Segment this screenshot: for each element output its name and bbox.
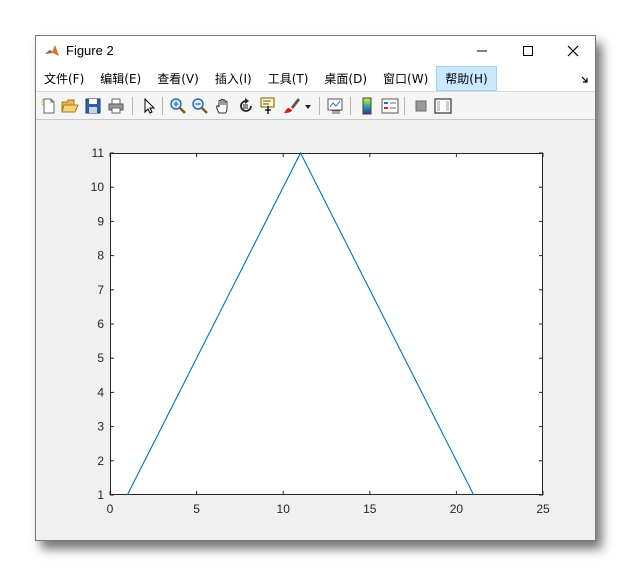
save-icon[interactable] xyxy=(84,97,102,115)
menu-insert[interactable]: 插入(I) xyxy=(207,66,260,91)
matlab-logo-icon xyxy=(44,43,60,59)
toolbar-separator xyxy=(350,97,351,115)
x-tick-label: 20 xyxy=(450,502,464,516)
menu-file[interactable]: 文件(F) xyxy=(36,66,92,91)
toolbar-separator xyxy=(132,97,133,115)
brush-icon[interactable] xyxy=(283,97,301,115)
y-tick-label: 1 xyxy=(97,488,104,502)
data-cursor-icon[interactable] xyxy=(260,97,278,115)
y-tick-label: 9 xyxy=(97,214,104,228)
y-tick-label: 11 xyxy=(92,146,105,160)
window-title: Figure 2 xyxy=(66,43,114,58)
pan-icon[interactable] xyxy=(214,97,232,115)
edit-plot-icon[interactable] xyxy=(140,97,158,115)
y-tick-label: 6 xyxy=(97,317,104,331)
close-icon xyxy=(567,45,579,57)
hide-plot-tools-icon[interactable] xyxy=(412,97,430,115)
data-series-line xyxy=(126,151,475,496)
link-plot-icon[interactable] xyxy=(327,97,345,115)
figure-window: Figure 2 文件(F) 编辑(E) 查看(V) 插入(I) 工具(T) 桌… xyxy=(35,35,596,541)
new-figure-icon[interactable] xyxy=(40,97,58,115)
brush-dropdown-icon[interactable] xyxy=(303,97,313,115)
menu-window[interactable]: 窗口(W) xyxy=(375,66,436,91)
x-tick-label: 25 xyxy=(536,502,550,516)
figure-toolbar xyxy=(36,92,595,120)
menu-desktop[interactable]: 桌面(D) xyxy=(316,66,375,91)
y-tick-label: 2 xyxy=(97,454,104,468)
toolbar-separator xyxy=(319,97,320,115)
toolbar-separator xyxy=(404,97,405,115)
show-plot-tools-icon[interactable] xyxy=(434,97,452,115)
zoom-in-icon[interactable] xyxy=(169,97,187,115)
x-tick-label: 5 xyxy=(193,502,200,516)
minimize-icon xyxy=(477,50,487,52)
rotate-3d-icon[interactable] xyxy=(237,97,255,115)
y-tick-label: 8 xyxy=(97,249,104,263)
toolbar-separator xyxy=(162,97,163,115)
menu-help[interactable]: 帮助(H) xyxy=(436,66,497,91)
print-icon[interactable] xyxy=(107,97,125,115)
minimize-button[interactable] xyxy=(459,36,505,66)
title-bar[interactable]: Figure 2 xyxy=(36,36,595,66)
x-tick-label: 0 xyxy=(107,502,114,516)
plot-area: 0 5 10 15 20 25 1 2 3 4 5 6 7 8 9 10 11 xyxy=(36,120,595,540)
y-tick-label: 5 xyxy=(97,351,104,365)
legend-icon[interactable] xyxy=(381,97,399,115)
y-tick-label: 3 xyxy=(97,420,104,434)
y-tick-label: 7 xyxy=(97,283,104,297)
menu-view[interactable]: 查看(V) xyxy=(149,66,207,91)
maximize-icon xyxy=(523,46,533,56)
open-file-icon[interactable] xyxy=(61,97,79,115)
colorbar-icon[interactable] xyxy=(358,97,376,115)
x-tick-label: 10 xyxy=(277,502,291,516)
dock-arrow-icon[interactable] xyxy=(581,76,589,84)
line-chart: 0 5 10 15 20 25 1 2 3 4 5 6 7 8 9 10 11 xyxy=(91,146,550,516)
menu-edit[interactable]: 编辑(E) xyxy=(92,66,149,91)
menu-tools[interactable]: 工具(T) xyxy=(260,66,317,91)
close-button[interactable] xyxy=(550,36,596,66)
y-tick-label: 10 xyxy=(91,180,105,194)
zoom-out-icon[interactable] xyxy=(191,97,209,115)
maximize-button[interactable] xyxy=(505,36,551,66)
menu-bar: 文件(F) 编辑(E) 查看(V) 插入(I) 工具(T) 桌面(D) 窗口(W… xyxy=(36,66,595,92)
y-tick-label: 4 xyxy=(97,385,104,399)
x-tick-label: 15 xyxy=(363,502,377,516)
